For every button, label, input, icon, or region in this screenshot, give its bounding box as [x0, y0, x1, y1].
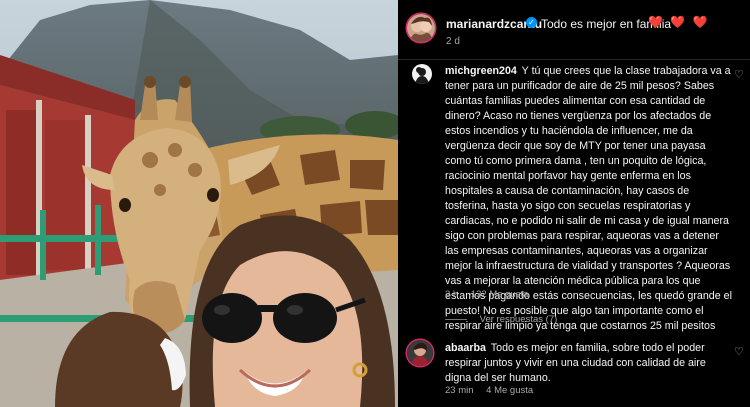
profile-photo-icon [407, 14, 435, 42]
comment-username[interactable]: michgreen204 [445, 65, 517, 77]
verified-badge-icon: ✓ [526, 17, 537, 28]
like-heart-icon[interactable]: ♡ [734, 68, 744, 81]
profile-photo-icon [407, 340, 433, 366]
comment-body: abaarba Todo es mejor en familia, sobre … [445, 341, 733, 386]
comment-meta: 3 h 132 Me gusta [445, 289, 528, 300]
comment-avatar[interactable] [412, 64, 432, 84]
comment-avatar[interactable] [407, 340, 433, 366]
comment-likes[interactable]: 132 Me gusta [471, 289, 529, 300]
view-replies-label: Ver respuestas (7) [479, 314, 558, 325]
caption-hearts: ❤️ ❤️ ❤️ [648, 15, 710, 29]
comment-likes[interactable]: 4 Me gusta [486, 385, 533, 396]
post-time[interactable]: 2 d [446, 36, 460, 47]
owner-avatar[interactable] [407, 14, 435, 42]
comment-time[interactable]: 23 min [445, 385, 474, 396]
replies-divider-line [445, 318, 467, 320]
comment-time[interactable]: 3 h [445, 289, 458, 300]
comments-panel: marianardzcantu ✓ Todo es mejor en famil… [398, 0, 750, 407]
post-header: marianardzcantu ✓ Todo es mejor en famil… [398, 0, 750, 60]
like-heart-icon[interactable]: ♡ [734, 345, 744, 358]
view-replies-button[interactable]: Ver respuestas (7) [445, 314, 557, 325]
profile-photo-icon [412, 64, 432, 84]
post-photo[interactable] [0, 0, 398, 407]
post-photo-illustration [0, 0, 398, 407]
comment-username[interactable]: abaarba [445, 342, 486, 354]
comment-meta: 23 min 4 Me gusta [445, 385, 533, 396]
